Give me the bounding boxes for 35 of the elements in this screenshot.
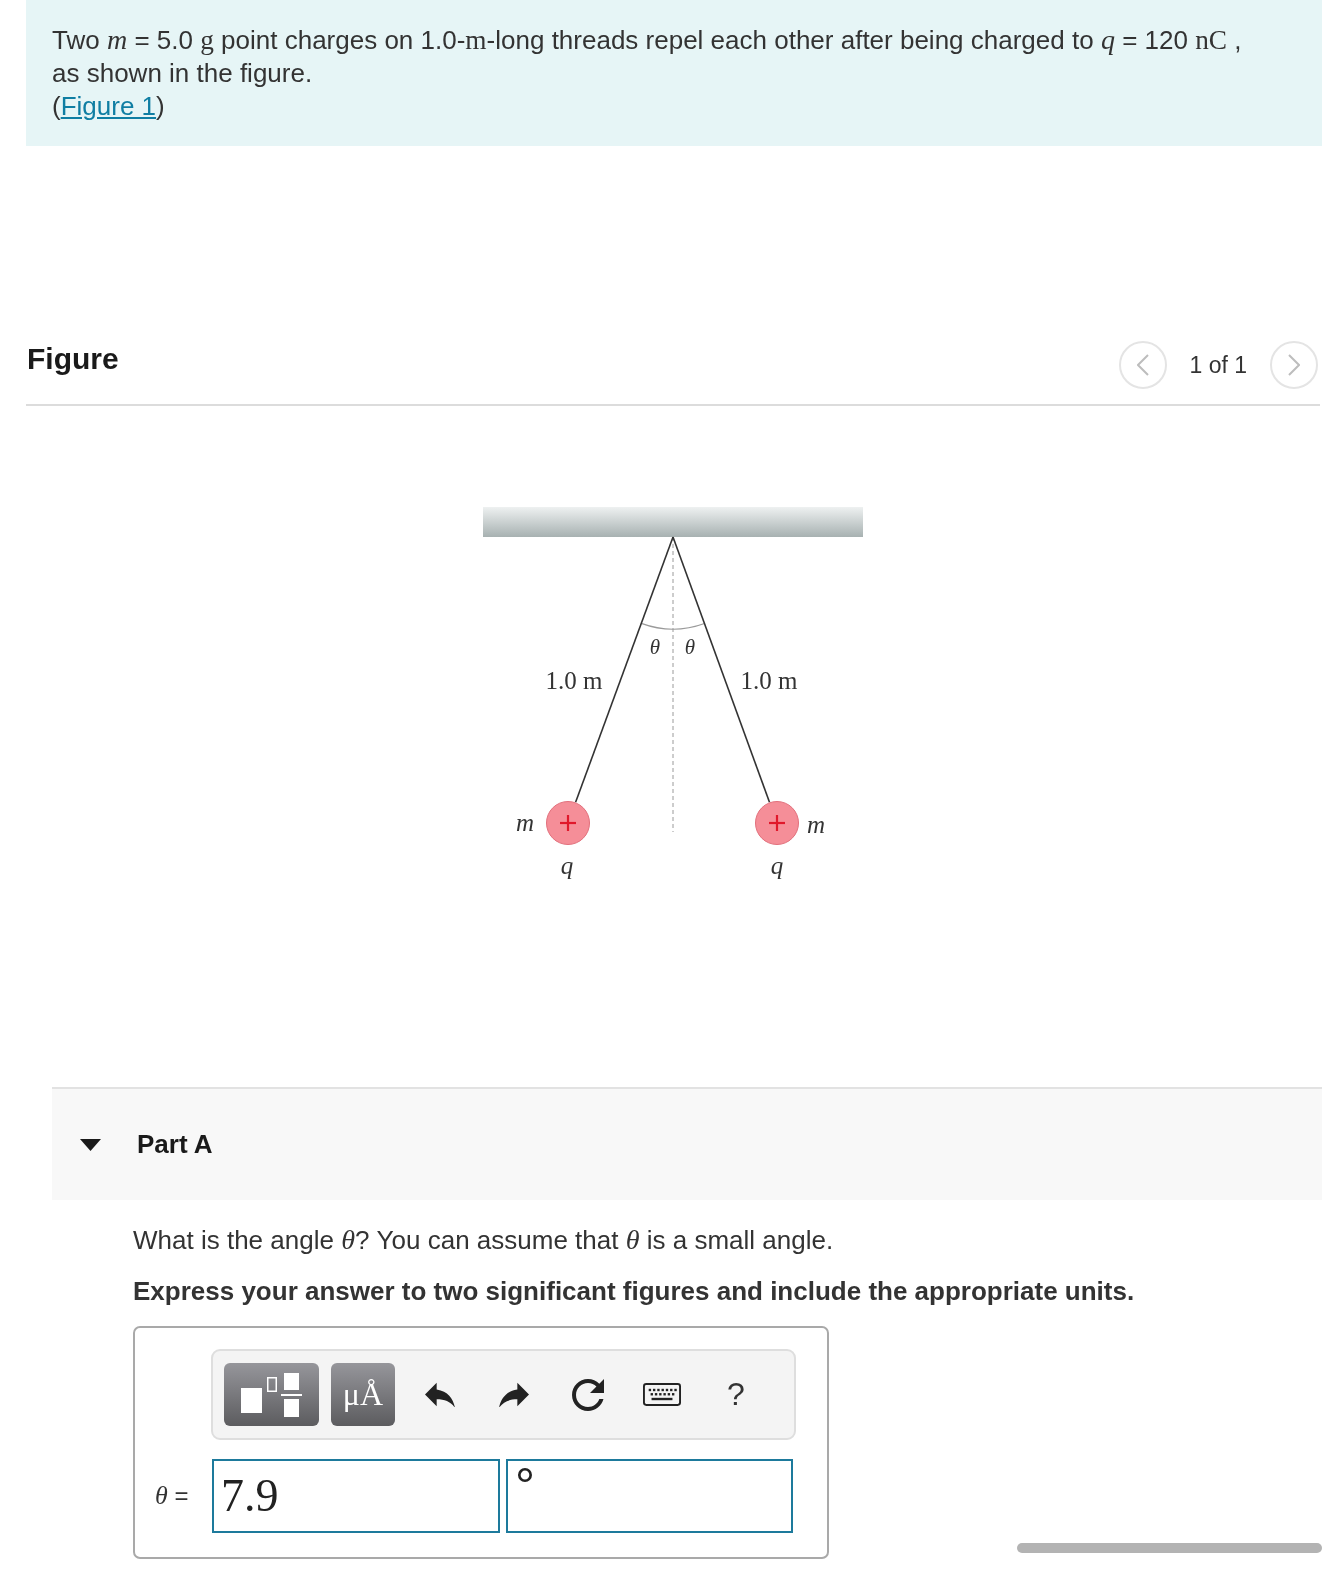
chevron-left-icon	[1137, 354, 1150, 376]
caret-icon[interactable]	[80, 1138, 101, 1151]
charge-label: q	[770, 852, 784, 879]
value-input-field[interactable]: 7.9	[212, 1459, 500, 1533]
templates-button[interactable]	[224, 1363, 319, 1426]
question-text: What is the angle θ? You can assume that θ is a small angle.	[133, 1223, 835, 1257]
part-title: Part A	[137, 1129, 213, 1160]
page-counter: 1 of 1	[1189, 351, 1247, 379]
units-button[interactable]: μÅ	[331, 1363, 395, 1426]
angle-label: θ	[684, 635, 696, 659]
scrollbar-thumb[interactable]	[1017, 1543, 1322, 1553]
figure-link[interactable]: Figure 1	[60, 91, 157, 121]
positive-charge-ball	[546, 801, 590, 845]
reset-icon	[572, 1378, 604, 1411]
instruction-text: Express your answer to two significant figures and include the appropriate units.	[133, 1275, 1136, 1308]
angle-label: θ	[649, 635, 661, 659]
answer-label: θ =	[155, 1481, 190, 1511]
charge-label: q	[560, 852, 574, 879]
figure-heading: Figure	[27, 341, 119, 377]
undo-icon	[425, 1382, 455, 1407]
chevron-right-icon	[1288, 354, 1300, 376]
units-input-field[interactable]: °	[506, 1459, 793, 1533]
mass-label: m	[515, 809, 535, 836]
positive-charge-ball	[755, 801, 799, 845]
mass-label: m	[806, 811, 826, 838]
length-label: 1.0 m	[545, 667, 603, 694]
problem-statement: Two m = 5.0 g point charges on 1.0-m-long threads repel each other after being charged to q = 120 nC , as shown in the figure.	[52, 23, 1243, 90]
figure-reference: (Figure 1)	[52, 90, 166, 123]
fraction-template-icon	[241, 1372, 302, 1417]
keyboard-icon	[643, 1383, 681, 1406]
help-button[interactable]: ?	[710, 1368, 762, 1421]
redo-icon	[499, 1382, 529, 1407]
angle-arc	[640, 622, 706, 630]
length-label: 1.0 m	[740, 667, 798, 694]
part-header[interactable]: Part A	[52, 1089, 1322, 1200]
